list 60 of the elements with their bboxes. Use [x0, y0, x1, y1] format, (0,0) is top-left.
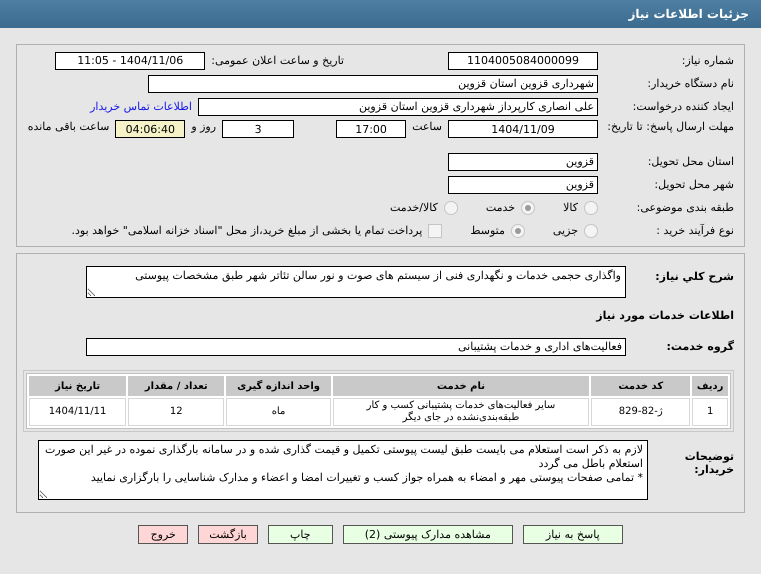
page-title: جزئیات اطلاعات نیاز: [0, 0, 761, 28]
buyer-field[interactable]: شهرداری قزوین استان قزوین: [148, 74, 598, 92]
days-field[interactable]: 3: [222, 120, 294, 138]
field-label: تاریخ و ساعت اعلان عمومی:: [211, 54, 344, 67]
field-label: نوع فرآیند خرید :: [655, 224, 734, 237]
city-field[interactable]: قزوین: [448, 176, 598, 194]
table-cell: ماه: [226, 398, 331, 426]
column-header: کد خدمت: [591, 376, 690, 396]
radio-button[interactable]: [584, 224, 598, 238]
remaining-time-field[interactable]: 04:06:40: [115, 120, 186, 138]
field-label: گروه خدمت:: [665, 340, 734, 353]
option-label: خدمت: [486, 201, 516, 214]
option-label: کالا: [563, 201, 578, 214]
field-label: شرح کلي نیاز:: [654, 269, 734, 283]
checkbox[interactable]: [428, 224, 442, 238]
need-number-field[interactable]: 1104005084000099: [448, 52, 598, 70]
radio-button[interactable]: [510, 224, 525, 238]
field-label: ایجاد کننده درخواست:: [632, 100, 734, 113]
action-button[interactable]: پاسخ به نیاز: [522, 525, 623, 544]
table-cell: 1404/11/11: [29, 398, 126, 426]
table-cell: ژ-82-829: [591, 398, 690, 426]
field-label: مهلت ارسال پاسخ: تا تاریخ:: [606, 120, 734, 133]
buyer-contact-link[interactable]: اطلاعات تماس خریدار: [90, 100, 192, 113]
radio-button[interactable]: [521, 200, 536, 214]
action-button[interactable]: بازگشت: [198, 525, 258, 544]
column-header: واحد اندازه گیری: [226, 376, 331, 396]
radio-button[interactable]: [584, 200, 598, 214]
field-label: طبقه بندی موضوعی:: [636, 201, 734, 214]
description-field[interactable]: واگذاری حجمی خدمات و نگهداری فنی از سیستم های صوت و نور سالن تئاتر شهر طبق مشخصات پیوستی: [86, 266, 626, 298]
column-header: تاریخ نیاز: [29, 376, 126, 396]
action-button[interactable]: چاپ: [268, 525, 333, 544]
radio-button[interactable]: [444, 200, 458, 214]
buyer-notes-field[interactable]: لازم به ذکر است استعلام می بایست طبق لیست پیوستی تکمیل و قیمت گذاری شده و در سامانه بارگذاری نموده در غیر این صورت استعلام باطل می گردد * تمامی صفحات پیوستی مهر و امضاء به همراه جواز کسب و تغییرات امضا و اعضاء و مدارک شناسایی را بارگزاری نمایید: [38, 440, 648, 500]
action-button[interactable]: مشاهده مدارک پیوستی (2): [342, 525, 513, 544]
column-header: تعداد / مقدار: [128, 376, 224, 396]
service-group-field[interactable]: فعالیت‌های اداری و خدمات پشتیبانی: [86, 338, 626, 356]
field-label: روز و: [191, 120, 216, 133]
action-button[interactable]: خروج: [138, 525, 188, 544]
field-label: شماره نیاز:: [680, 54, 734, 67]
table-cell: 12: [128, 398, 224, 426]
option-label: کالا/خدمت: [390, 201, 438, 214]
column-header: ردیف: [692, 376, 728, 396]
table-cell: سایر فعالیت‌های خدمات پشتیبانی کسب و کار طبقه‌بندی‌نشده در جای دیگر: [332, 398, 590, 426]
table-cell: 1: [692, 398, 728, 426]
field-label: استان محل تحویل:: [646, 155, 734, 168]
column-header: نام خدمت: [332, 376, 590, 396]
deadline-date-field[interactable]: 1404/11/09: [448, 120, 598, 138]
field-label: ساعت: [412, 120, 442, 133]
field-label: ساعت باقی مانده: [28, 120, 110, 133]
deadline-time-field[interactable]: 17:00: [336, 120, 406, 138]
option-label: پرداخت تمام یا بخشی از مبلغ خرید،از محل "اسناد خزانه اسلامی" خواهد بود.: [72, 224, 422, 237]
option-label: متوسط: [470, 224, 505, 237]
section-title: اطلاعات خدمات مورد نیاز: [596, 309, 734, 322]
field-label: شهر محل تحویل:: [653, 178, 734, 191]
requester-field[interactable]: علی انصاری کارپرداز شهرداری قزوین استان قزوین: [198, 98, 598, 116]
field-label: توضیحات خریدار:: [684, 449, 734, 476]
option-label: جزیی: [552, 224, 578, 237]
field-label: نام دستگاه خریدار:: [646, 77, 734, 90]
announce-date-field[interactable]: 1404/11/06 - 11:05: [55, 52, 206, 70]
province-field[interactable]: قزوین: [448, 152, 598, 170]
